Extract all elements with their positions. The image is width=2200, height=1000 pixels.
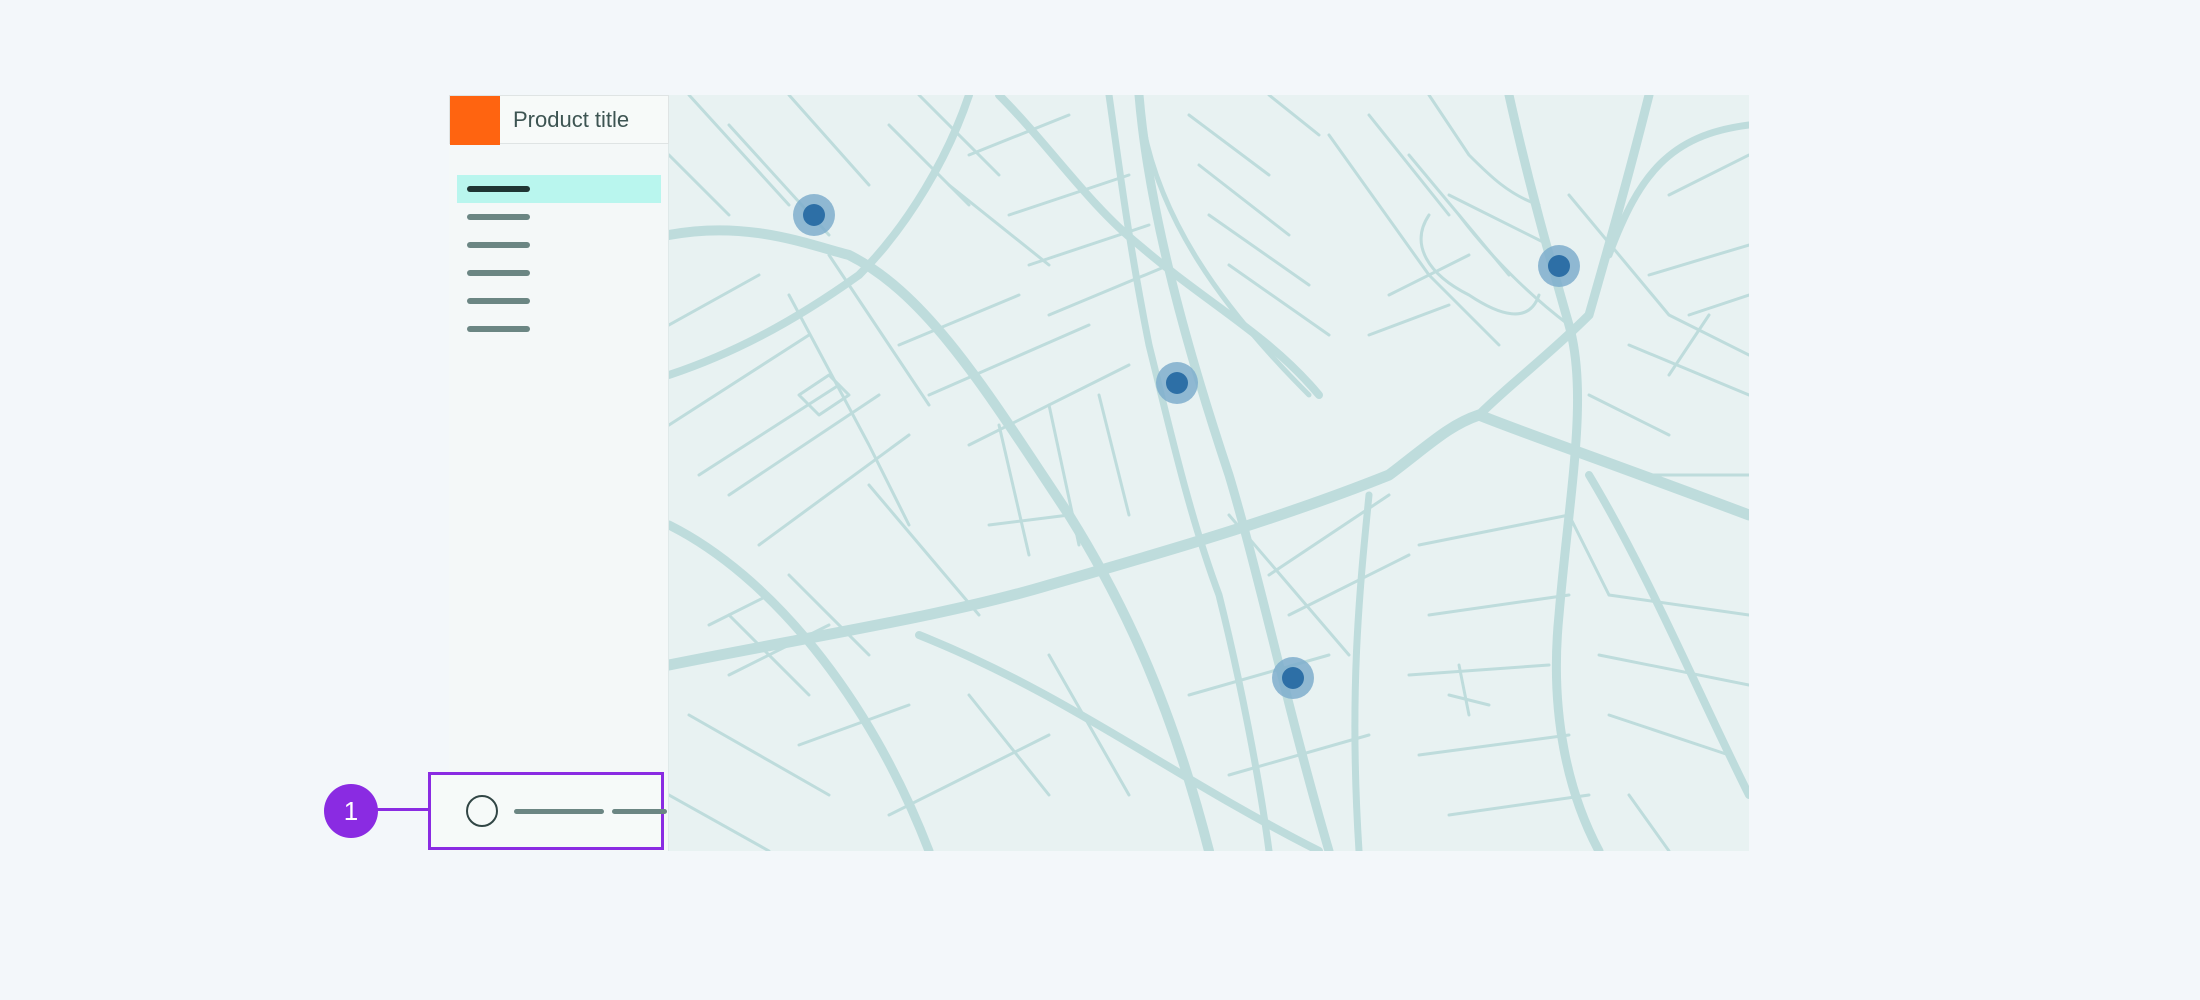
side-panel: Product title [449,95,669,851]
map-pin-2[interactable] [1156,362,1198,404]
map-view[interactable] [669,95,1749,851]
nav-item-6[interactable] [457,315,661,343]
nav-item-placeholder [467,214,530,220]
side-nav [457,175,661,343]
nav-item-placeholder [467,326,530,332]
map-pin-3[interactable] [1538,245,1580,287]
product-header: Product title [449,95,669,145]
callout-badge: 1 [324,784,378,838]
nav-item-placeholder [467,270,530,276]
sidebar-footer-highlight[interactable] [428,772,667,850]
nav-item-placeholder [467,242,530,248]
app-frame: Product title [449,95,1749,851]
footer-label-placeholder [514,809,604,814]
brand-logo[interactable] [450,96,500,145]
user-avatar-icon[interactable] [466,795,498,827]
nav-item-placeholder [467,298,530,304]
map-pin-1[interactable] [793,194,835,236]
nav-item-4[interactable] [457,259,661,287]
footer-label-placeholder-2 [612,809,667,814]
product-title: Product title [513,107,630,132]
nav-item-placeholder [467,186,530,192]
map-pin-4[interactable] [1272,657,1314,699]
nav-item-2[interactable] [457,203,661,231]
callout-connector [377,808,429,811]
nav-item-1[interactable] [457,175,661,203]
nav-item-5[interactable] [457,287,661,315]
nav-item-3[interactable] [457,231,661,259]
